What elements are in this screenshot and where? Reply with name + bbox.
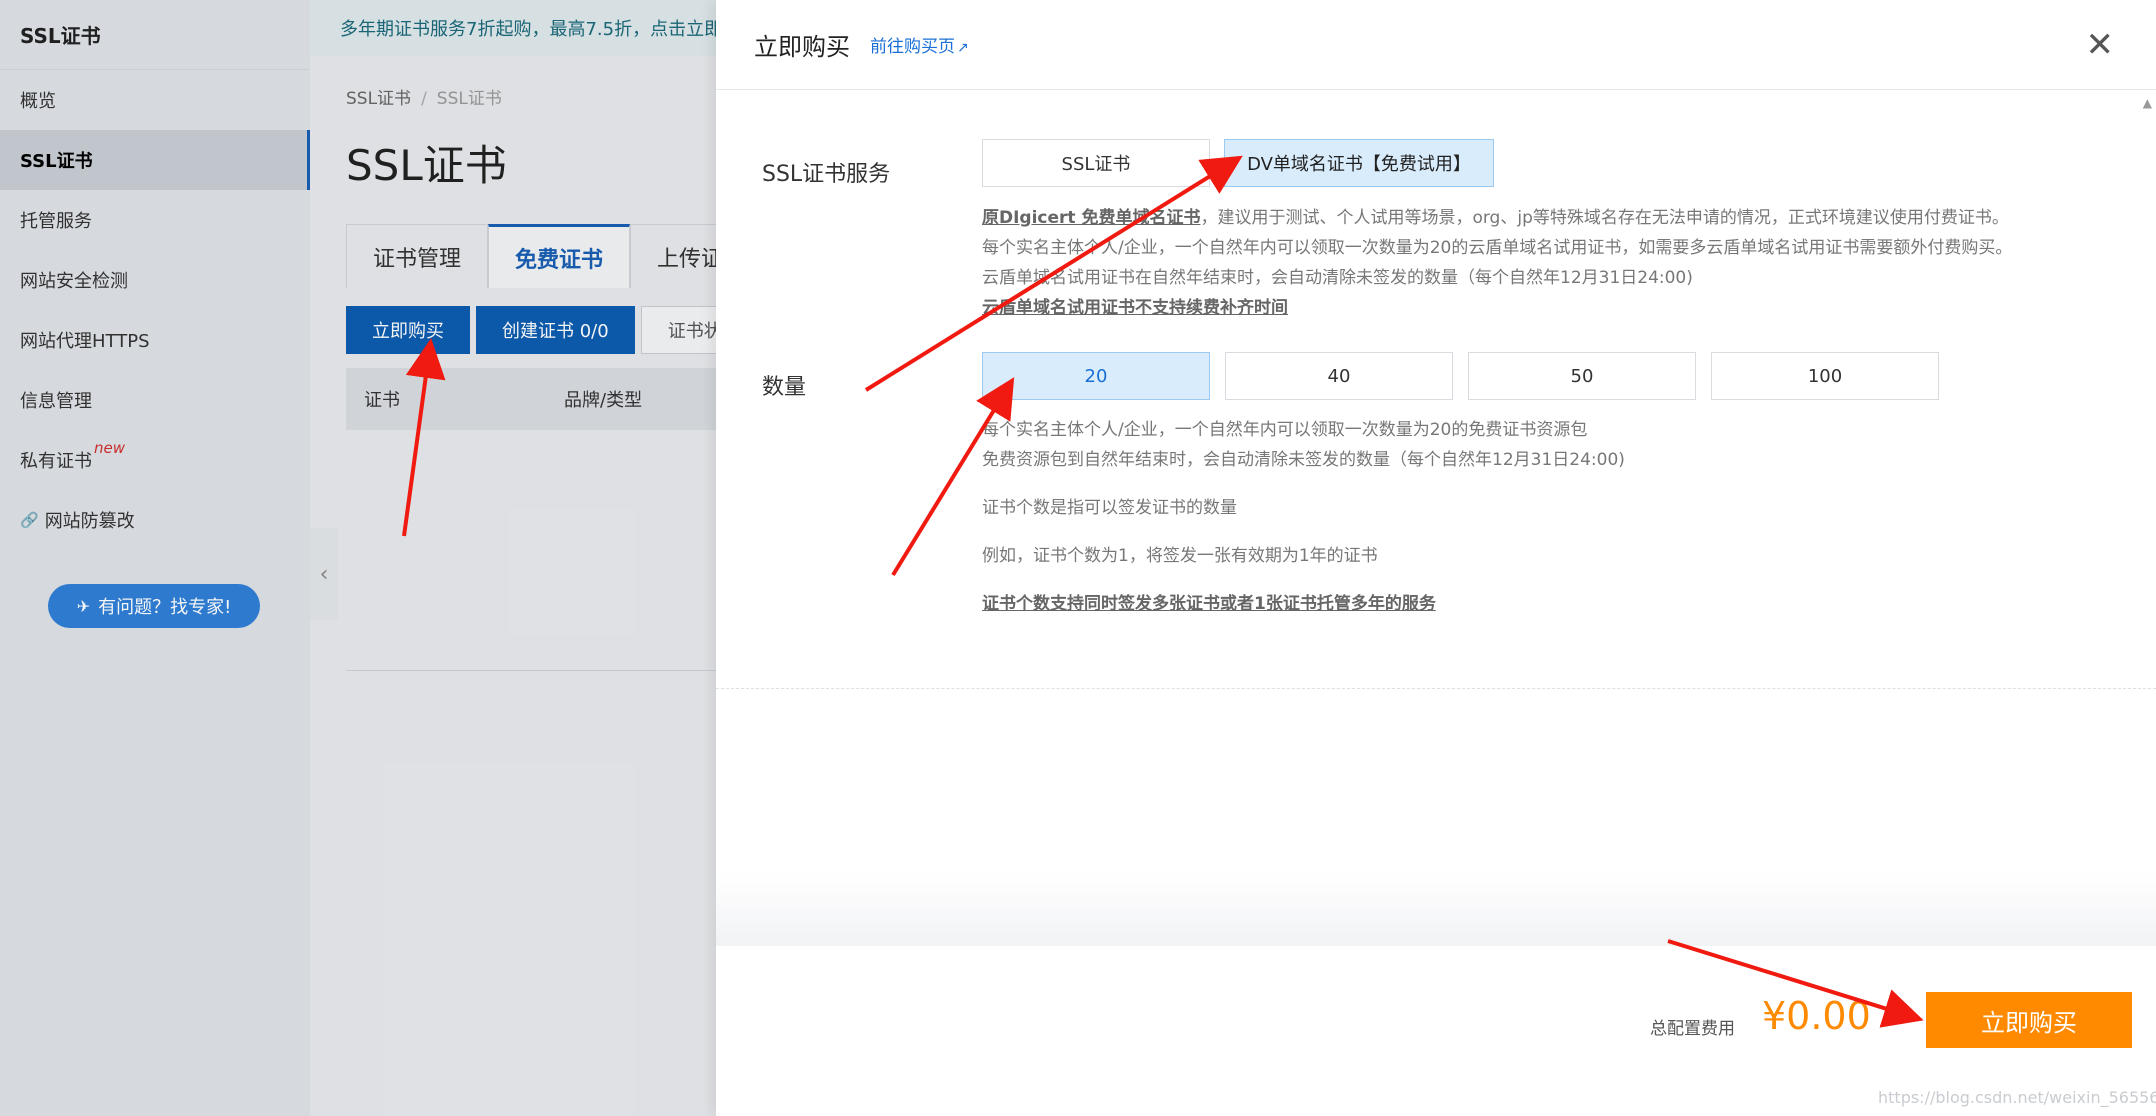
desc-text: 每个实名主体个人/企业，一个自然年内可以领取一次数量为20的免费证书资源包 xyxy=(982,420,1588,440)
option-dv-free-trial[interactable]: DV单域名证书【免费试用】 xyxy=(1224,139,1494,187)
divider xyxy=(716,688,2156,689)
quantity-label: 数量 xyxy=(762,375,807,400)
confirm-buy-button[interactable]: 立即购买 xyxy=(1926,992,2132,1048)
desc-text: 例如，证书个数为1，将签发一张有效期为1年的证书 xyxy=(982,546,1378,566)
cert-name-link[interactable]: 原DIgicert 免费单域名证书 xyxy=(982,208,1200,228)
watermark: https://blog.csdn.net/weixin_56556552 xyxy=(1878,1088,2156,1107)
quantity-description: 每个实名主体个人/企业，一个自然年内可以领取一次数量为20的免费证书资源包 免费… xyxy=(982,415,2122,619)
desc-text: 免费资源包到自然年结束时，会自动清除未签发的数量（每个自然年12月31日24:0… xyxy=(982,450,1625,470)
scroll-up-icon[interactable]: ▲ xyxy=(2143,96,2152,110)
total-fee-value: ¥0.00 xyxy=(1762,994,1871,1038)
purchase-page-link[interactable]: 前往购买页 ↗ xyxy=(870,32,969,57)
modal-overlay xyxy=(0,0,716,1116)
desc-text: 每个实名主体个人/企业，一个自然年内可以领取一次数量为20的云盾单域名试用证书，… xyxy=(982,238,2013,258)
desc-note: 云盾单域名试用证书不支持续费补齐时间 xyxy=(982,298,1288,318)
quantity-option-20[interactable]: 20 xyxy=(982,352,1210,400)
drawer-header: 立即购买 前往购买页 ↗ ✕ xyxy=(716,0,2156,90)
desc-text: ，建议用于测试、个人试用等场景，org、jp等特殊域名存在无法申请的情况，正式环… xyxy=(1200,208,2009,228)
purchase-page-link-label: 前往购买页 xyxy=(870,37,955,57)
desc-text: 云盾单域名试用证书在自然年结束时，会自动清除未签发的数量（每个自然年12月31日… xyxy=(982,268,1693,288)
close-icon[interactable]: ✕ xyxy=(2086,28,2115,62)
total-fee-label: 总配置费用 xyxy=(1650,1019,1735,1039)
desc-text: 证书个数是指可以签发证书的数量 xyxy=(982,498,1237,518)
option-ssl-cert[interactable]: SSL证书 xyxy=(982,139,1210,187)
quantity-option-40[interactable]: 40 xyxy=(1225,352,1453,400)
quantity-option-100[interactable]: 100 xyxy=(1711,352,1939,400)
quantity-option-50[interactable]: 50 xyxy=(1468,352,1696,400)
service-description: 原DIgicert 免费单域名证书，建议用于测试、个人试用等场景，org、jp等… xyxy=(982,203,2122,323)
external-link-icon: ↗ xyxy=(957,40,969,56)
desc-note: 证书个数支持同时签发多张证书或者1张证书托管多年的服务 xyxy=(982,594,1436,614)
drawer-title: 立即购买 xyxy=(754,33,850,61)
service-label: SSL证书服务 xyxy=(762,162,891,187)
scroll-fade xyxy=(716,870,2156,946)
